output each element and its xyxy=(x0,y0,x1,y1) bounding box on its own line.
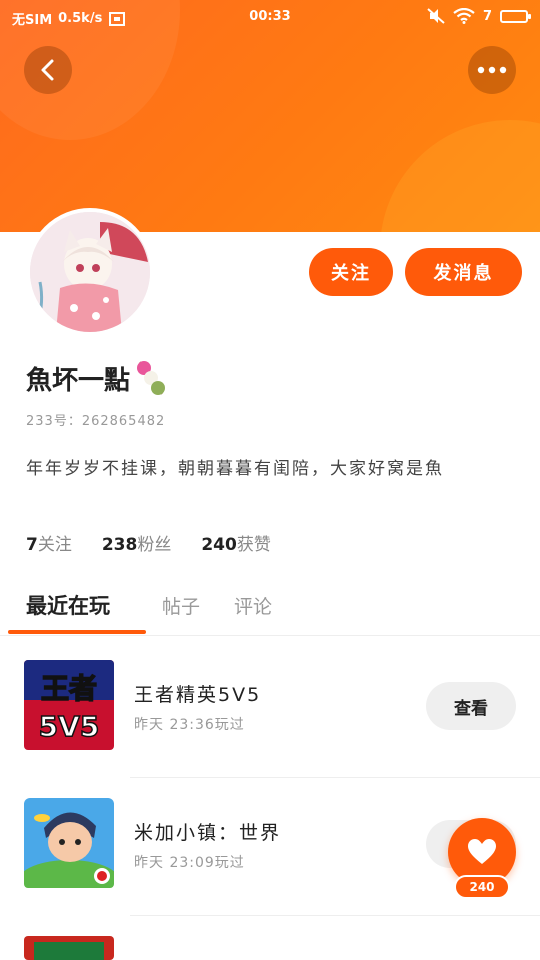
list-item[interactable] xyxy=(0,914,540,960)
game-icon-partial xyxy=(24,936,114,960)
stat-following-count: 7 xyxy=(26,535,38,555)
game-icon-wangzhe-subtitle: 5V5 xyxy=(39,710,100,743)
stat-fans-count: 238 xyxy=(101,535,138,555)
stat-likes-label: 获赞 xyxy=(236,535,271,555)
game-icon-partial-art xyxy=(24,936,114,960)
stat-likes-count: 240 xyxy=(201,535,237,555)
status-bar: 无SIM 0.5k/s 00:33 7 xyxy=(0,0,540,36)
user-bio: 年年岁岁不挂课，朝朝暮暮有闺陪，大家好窝是魚 xyxy=(26,459,444,479)
dango-badge-icon xyxy=(137,361,166,395)
game-icon-toca xyxy=(24,798,114,888)
tab-recently-played[interactable]: 最近在玩 xyxy=(26,590,110,620)
username: 魚坏一點 xyxy=(26,358,168,398)
more-dots-icon xyxy=(477,66,507,74)
stat-fans[interactable]: 238粉丝 xyxy=(102,530,172,555)
active-tab-indicator xyxy=(8,630,146,634)
send-message-button[interactable]: 发消息 xyxy=(405,248,522,296)
like-count-badge: 240 xyxy=(454,875,510,899)
status-right: 7 xyxy=(427,8,531,24)
tab-comments[interactable]: 评论 xyxy=(234,592,272,619)
stats-row: 7关注 238粉丝 240获赞 xyxy=(26,530,271,555)
heart-icon xyxy=(468,839,496,864)
follow-button[interactable]: 关注 xyxy=(309,248,393,296)
stat-following-label: 关注 xyxy=(37,535,72,555)
game-name: 米加小镇：世界 xyxy=(134,822,282,844)
tab-posts[interactable]: 帖子 xyxy=(162,592,200,619)
game-name: 王者精英5V5 xyxy=(134,684,262,706)
battery-level-text: 7 xyxy=(482,8,492,24)
avatar[interactable] xyxy=(26,208,154,336)
stat-following[interactable]: 7关注 xyxy=(26,530,72,555)
stat-likes: 240获赞 xyxy=(201,530,271,555)
chevron-left-icon xyxy=(41,59,54,81)
game-last-played: 昨天 23:09玩过 xyxy=(134,855,245,871)
more-button[interactable] xyxy=(468,46,516,94)
back-button[interactable] xyxy=(24,46,72,94)
profile-tabs: 最近在玩 帖子 评论 xyxy=(0,588,540,636)
battery-icon xyxy=(500,9,531,23)
game-icon-wangzhe: 王者 5V5 xyxy=(24,660,114,750)
mute-icon xyxy=(427,8,445,24)
game-icon-wangzhe-title: 王者 xyxy=(41,672,97,705)
game-icon-wangzhe-art: 王者 5V5 xyxy=(24,660,114,750)
game-icon-toca-art xyxy=(24,798,114,888)
view-button[interactable]: 查看 xyxy=(426,682,516,730)
game-last-played: 昨天 23:36玩过 xyxy=(134,717,245,733)
stat-fans-label: 粉丝 xyxy=(137,535,172,555)
list-item[interactable]: 王者 5V5 王者精英5V5 昨天 23:36玩过 查看 xyxy=(0,638,540,778)
avatar-illustration xyxy=(30,212,150,332)
user-id: 233号：262865482 xyxy=(26,414,166,429)
wifi-icon xyxy=(453,8,475,24)
username-text: 魚坏一點 xyxy=(26,365,131,396)
